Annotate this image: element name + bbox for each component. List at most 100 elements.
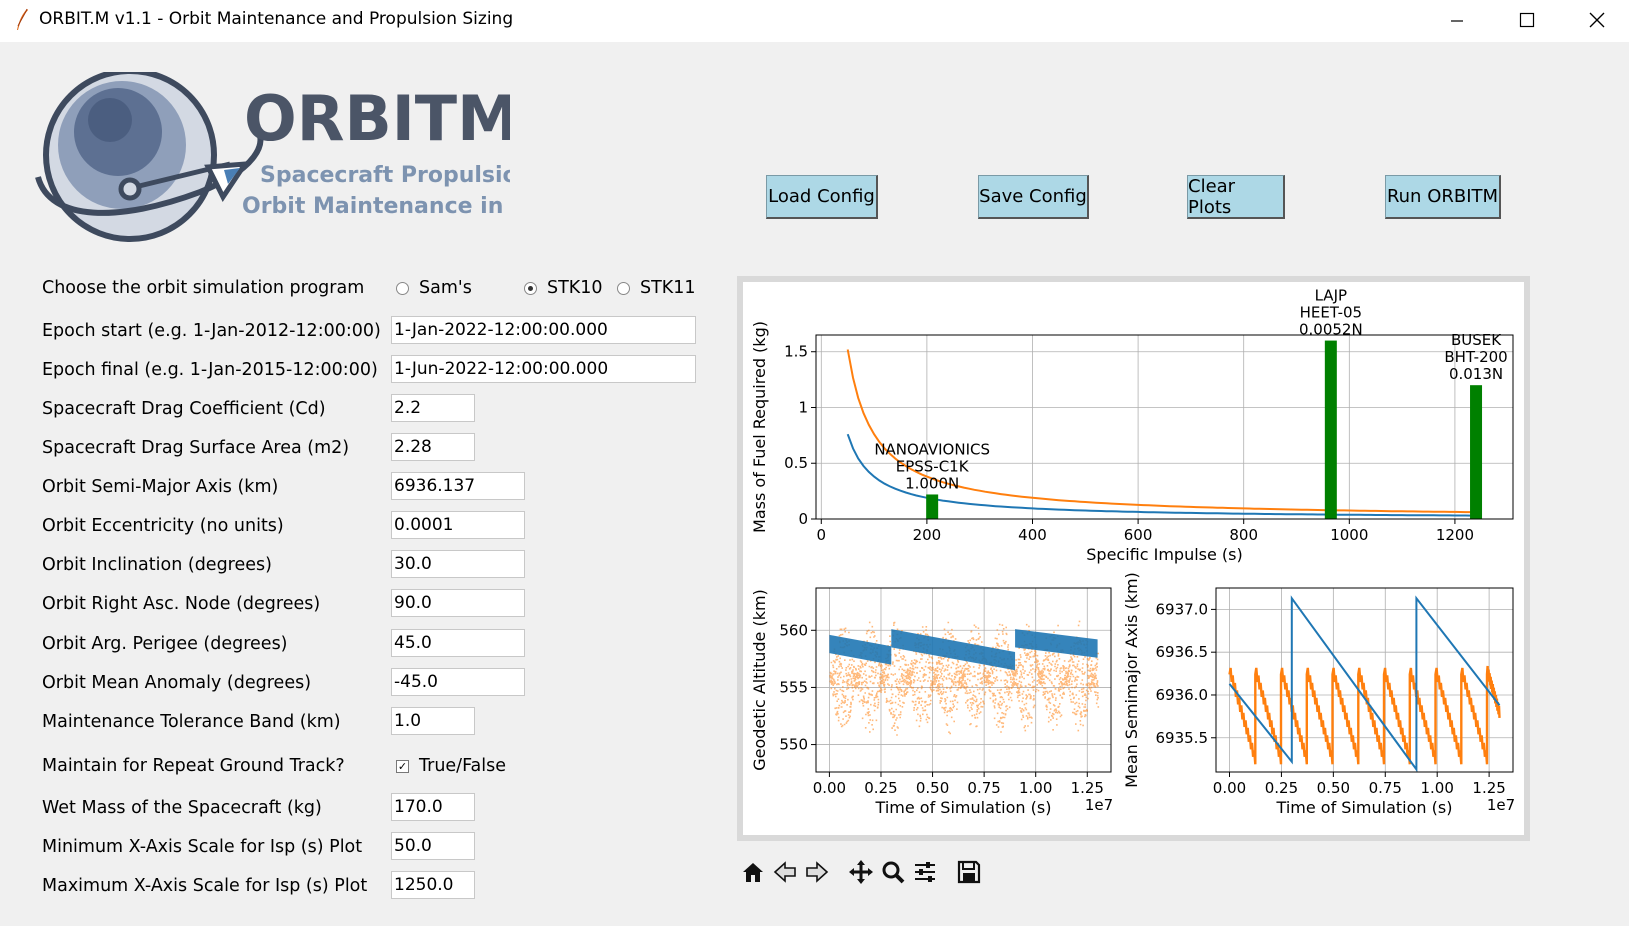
wet-mass-label: Wet Mass of the Spacecraft (kg) — [42, 798, 322, 818]
zoom-button[interactable] — [877, 856, 909, 888]
rgt-checkbox[interactable]: ✓ True/False — [396, 756, 506, 776]
y-tick-label: 550 — [779, 736, 808, 754]
x-tick-label: 1.25 — [1472, 779, 1505, 797]
floppy-disk-icon — [957, 860, 981, 884]
inclination-input[interactable]: 30.0 — [391, 550, 525, 578]
arrow-right-icon — [806, 861, 829, 883]
thruster-label: 0.0052N — [1299, 321, 1363, 339]
x-offset-text: 1e7 — [1085, 796, 1113, 814]
y-tick-label: 0.5 — [784, 454, 808, 472]
thruster-label: EPSS-C1K — [896, 457, 970, 475]
y-tick-label: 6935.5 — [1156, 729, 1209, 747]
plot-canvas[interactable]: 0 200 400 600 800 1000 1200 0 0.5 1 1.5 Specific Im… — [743, 282, 1524, 835]
maximize-icon — [1519, 12, 1535, 28]
x-tick-label: 1.25 — [1071, 779, 1104, 797]
minimize-button[interactable] — [1422, 0, 1492, 40]
mean-anomaly-input[interactable]: -45.0 — [391, 668, 525, 696]
thruster-label: NANOAVIONICS — [874, 440, 990, 458]
y-axis-label: Mean Semimajor Axis (km) — [1122, 572, 1141, 788]
y-tick-label: 1.5 — [784, 343, 808, 361]
y-tick-label: 6936.5 — [1156, 643, 1209, 661]
thruster-label: HEET-05 — [1300, 304, 1363, 322]
raan-input[interactable]: 90.0 — [391, 589, 525, 617]
eccentricity-input[interactable]: 0.0001 — [391, 511, 525, 539]
radio-indicator — [617, 281, 630, 295]
close-button[interactable] — [1562, 0, 1629, 40]
window-title: ORBIT.M v1.1 - Orbit Maintenance and Pro… — [39, 9, 514, 29]
x-tick-label: 0.25 — [864, 779, 897, 797]
x-tick-label: 0.00 — [813, 779, 846, 797]
back-button[interactable] — [769, 856, 801, 888]
epoch-start-label: Epoch start (e.g. 1-Jan-2012-12:00:00) — [42, 321, 381, 341]
minimize-icon — [1451, 20, 1463, 22]
logo-tagline-1: Spacecraft Propulsion & — [260, 163, 510, 188]
thruster-bar — [1324, 340, 1337, 519]
x-tick-label: 1200 — [1436, 526, 1474, 544]
feather-app-icon — [17, 8, 28, 30]
x-tick-label: 400 — [1018, 526, 1047, 544]
radio-indicator — [396, 281, 409, 295]
x-tick-label: 0.50 — [916, 779, 949, 797]
pan-button[interactable] — [845, 856, 877, 888]
altitude-blue-band — [829, 634, 892, 665]
save-figure-button[interactable] — [953, 856, 985, 888]
semi-major-axis-label: Orbit Semi-Major Axis (km) — [42, 477, 279, 497]
radio-sams[interactable]: Sam's — [396, 278, 472, 298]
y-axis-label: Mass of Fuel Required (kg) — [750, 321, 769, 533]
drag-coefficient-label: Spacecraft Drag Coefficient (Cd) — [42, 399, 326, 419]
x-tick-label: 1000 — [1330, 526, 1368, 544]
clear-plots-button[interactable]: Clear Plots — [1187, 175, 1285, 219]
home-button[interactable] — [737, 856, 769, 888]
sma-orange-line — [1228, 665, 1501, 765]
epoch-final-label: Epoch final (e.g. 1-Jan-2015-12:00:00) — [42, 360, 378, 380]
save-config-button[interactable]: Save Config — [978, 175, 1089, 219]
x-tick-label: 0.75 — [967, 779, 1000, 797]
zoom-icon — [882, 861, 905, 884]
plots-svg: 0 200 400 600 800 1000 1200 0 0.5 1 1.5 Specific Im… — [750, 287, 1515, 817]
x-axis-label: Time of Simulation (s) — [1276, 798, 1453, 817]
y-axis-label: Geodetic Altitude (km) — [750, 589, 769, 771]
arrow-left-icon — [773, 861, 796, 883]
max-isp-label: Maximum X-Axis Scale for Isp (s) Plot — [42, 876, 368, 896]
title-bar: ORBIT.M v1.1 - Orbit Maintenance and Pro… — [0, 0, 1629, 42]
radio-label: STK10 — [547, 278, 603, 298]
x-tick-label: 200 — [913, 526, 942, 544]
x-tick-label: 1.00 — [1019, 779, 1052, 797]
x-tick-label: 0.25 — [1265, 779, 1298, 797]
tolerance-band-input[interactable]: 1.0 — [391, 707, 475, 735]
semi-major-axis-input[interactable]: 6936.137 — [391, 472, 525, 500]
arg-perigee-input[interactable]: 45.0 — [391, 629, 525, 657]
program-label: Choose the orbit simulation program — [42, 278, 365, 298]
inclination-label: Orbit Inclination (degrees) — [42, 555, 272, 575]
x-axis-label: Time of Simulation (s) — [875, 798, 1052, 817]
epoch-start-input[interactable]: 1-Jan-2022-12:00:00.000 — [391, 316, 696, 344]
drag-coefficient-input[interactable]: 2.2 — [391, 394, 475, 422]
radio-label: Sam's — [419, 278, 472, 298]
drag-area-input[interactable]: 2.28 — [391, 433, 475, 461]
load-config-button[interactable]: Load Config — [766, 175, 878, 219]
forward-button[interactable] — [801, 856, 833, 888]
close-icon — [1589, 12, 1605, 28]
thruster-label: BUSEK — [1451, 331, 1502, 349]
wet-mass-input[interactable]: 170.0 — [391, 793, 475, 821]
y-tick-label: 560 — [779, 621, 808, 639]
axes-frame — [1215, 587, 1514, 773]
x-tick-label: 0.50 — [1317, 779, 1350, 797]
orbitm-logo: ORBITM Spacecraft Propulsion & Orbit Mai… — [35, 72, 510, 242]
max-isp-input[interactable]: 1250.0 — [391, 871, 475, 899]
x-tick-label: 0.75 — [1369, 779, 1402, 797]
radio-stk10[interactable]: STK10 — [524, 278, 603, 298]
sliders-icon — [915, 862, 935, 882]
min-isp-label: Minimum X-Axis Scale for Isp (s) Plot — [42, 837, 363, 857]
run-orbitm-button[interactable]: Run ORBITM — [1385, 175, 1501, 219]
logo-tagline-2: Orbit Maintenance in Python — [242, 194, 510, 219]
configure-subplots-button[interactable] — [909, 856, 941, 888]
y-tick-label: 555 — [779, 678, 808, 696]
min-isp-input[interactable]: 50.0 — [391, 832, 475, 860]
radio-stk11[interactable]: STK11 — [617, 278, 696, 298]
maximize-button[interactable] — [1492, 0, 1562, 40]
y-tick-label: 6936.0 — [1156, 686, 1209, 704]
radio-label: STK11 — [640, 278, 696, 298]
rgt-check-label: True/False — [419, 756, 506, 776]
epoch-final-input[interactable]: 1-Jun-2022-12:00:00.000 — [391, 355, 696, 383]
